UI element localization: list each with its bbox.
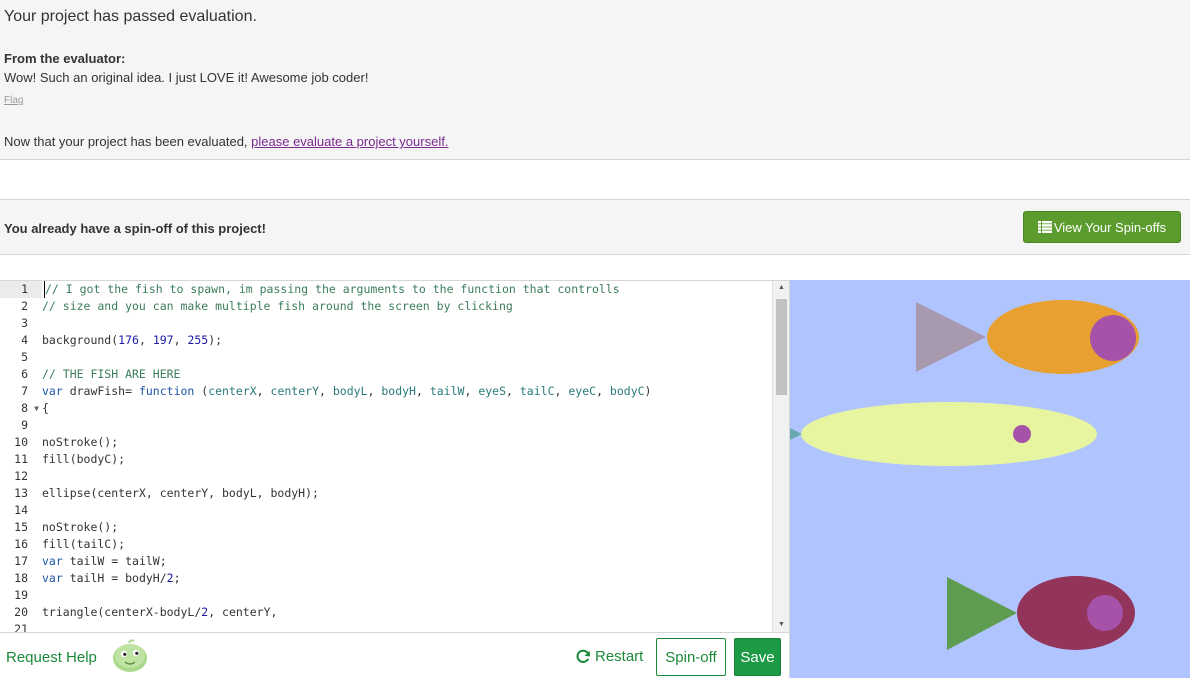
list-icon [1037,221,1052,233]
evaluator-message: Wow! Such an original idea. I just LOVE … [4,70,369,85]
line-number: 3 [21,316,28,330]
code-line[interactable]: background(176, 197, 255); [42,332,772,349]
code-line[interactable] [42,315,772,332]
scrollbar-thumb[interactable] [776,299,787,395]
evaluation-panel: Your project has passed evaluation. From… [0,0,1190,160]
fish-3-eye [1087,595,1123,631]
line-number: 6 [21,367,28,381]
line-number: 9 [21,418,28,432]
editor-toolbar: Request Help Restart Spin-off Save [0,632,789,678]
restart-icon [576,649,590,663]
code-line[interactable] [42,349,772,366]
code-line[interactable]: { [42,400,772,417]
code-line[interactable]: // size and you can make multiple fish a… [42,298,772,315]
code-line[interactable]: noStroke(); [42,519,772,536]
line-number: 10 [14,435,28,449]
code-line[interactable]: var tailW = tailW; [42,553,772,570]
save-button[interactable]: Save [734,638,781,676]
line-number: 5 [21,350,28,364]
scroll-up-icon[interactable]: ▲ [773,281,789,295]
evaluator-label: From the evaluator: [4,51,126,66]
fish-2-eye [1013,425,1031,443]
line-number: 16 [14,537,28,551]
fish-1-eye [1090,315,1136,361]
line-number: 19 [14,588,28,602]
code-line[interactable] [42,621,772,632]
request-help-link[interactable]: Request Help [6,649,97,666]
code-line[interactable]: var tailH = bodyH/2; [42,570,772,587]
code-line[interactable] [42,502,772,519]
code-line[interactable]: fill(bodyC); [42,451,772,468]
restart-label: Restart [595,648,644,665]
code-area[interactable]: // I got the fish to spawn, im passing t… [42,281,772,632]
line-number: 7 [21,384,28,398]
line-number: 8 ▼ [21,400,39,417]
line-number: 15 [14,520,28,534]
line-number: 14 [14,503,28,517]
avatar-icon [113,639,147,672]
line-number-gutter: 1 2 3 4 5 6 7 8 ▼ 9 10 11 12 13 14 15 16 17 18 19 20 21 [0,281,42,632]
code-line[interactable] [42,468,772,485]
code-line[interactable]: fill(tailC); [42,536,772,553]
line-number: 2 [21,299,28,313]
code-line[interactable] [42,417,772,434]
line-number: 13 [14,486,28,500]
output-canvas[interactable] [789,280,1190,678]
evaluation-title: Your project has passed evaluation. [4,8,257,25]
line-number: 11 [14,452,28,466]
code-line[interactable]: // THE FISH ARE HERE [42,366,772,383]
evaluate-project-link[interactable]: please evaluate a project yourself. [251,134,448,149]
scroll-down-icon[interactable]: ▼ [773,618,789,632]
canvas-drawing [790,280,1190,678]
line-number: 21 [14,622,28,632]
flag-link[interactable]: Flag [4,95,23,106]
editor-scrollbar[interactable]: ▲ ▼ [772,281,789,632]
view-spinoffs-label: View Your Spin-offs [1053,219,1167,235]
evaluate-prompt: Now that your project has been evaluated… [4,134,448,149]
fish-2-body [801,402,1097,466]
code-line[interactable]: triangle(centerX-bodyL/2, centerY, [42,604,772,621]
line-number: 1 [0,281,42,298]
line-number: 12 [14,469,28,483]
fold-arrow-icon[interactable]: ▼ [34,400,39,417]
view-spinoffs-button[interactable]: View Your Spin-offs [1023,211,1181,243]
evaluate-prompt-text: Now that your project has been evaluated… [4,134,252,149]
spinoff-button[interactable]: Spin-off [656,638,726,676]
spinoff-panel: You already have a spin-off of this proj… [0,199,1190,255]
code-line[interactable]: // I got the fish to spawn, im passing t… [44,281,772,298]
code-editor[interactable]: 1 2 3 4 5 6 7 8 ▼ 9 10 11 12 13 14 15 16 17 18 19 20 21 // I … [0,280,789,632]
code-line[interactable]: noStroke(); [42,434,772,451]
line-number: 4 [21,333,28,347]
line-number: 17 [14,554,28,568]
spinoff-notice: You already have a spin-off of this proj… [4,221,266,236]
line-number: 18 [14,571,28,585]
code-line[interactable]: ellipse(centerX, centerY, bodyL, bodyH); [42,485,772,502]
line-number: 20 [14,605,28,619]
restart-button[interactable]: Restart [576,648,643,665]
code-line[interactable] [42,587,772,604]
code-line[interactable]: var drawFish= function (centerX, centerY… [42,383,772,400]
